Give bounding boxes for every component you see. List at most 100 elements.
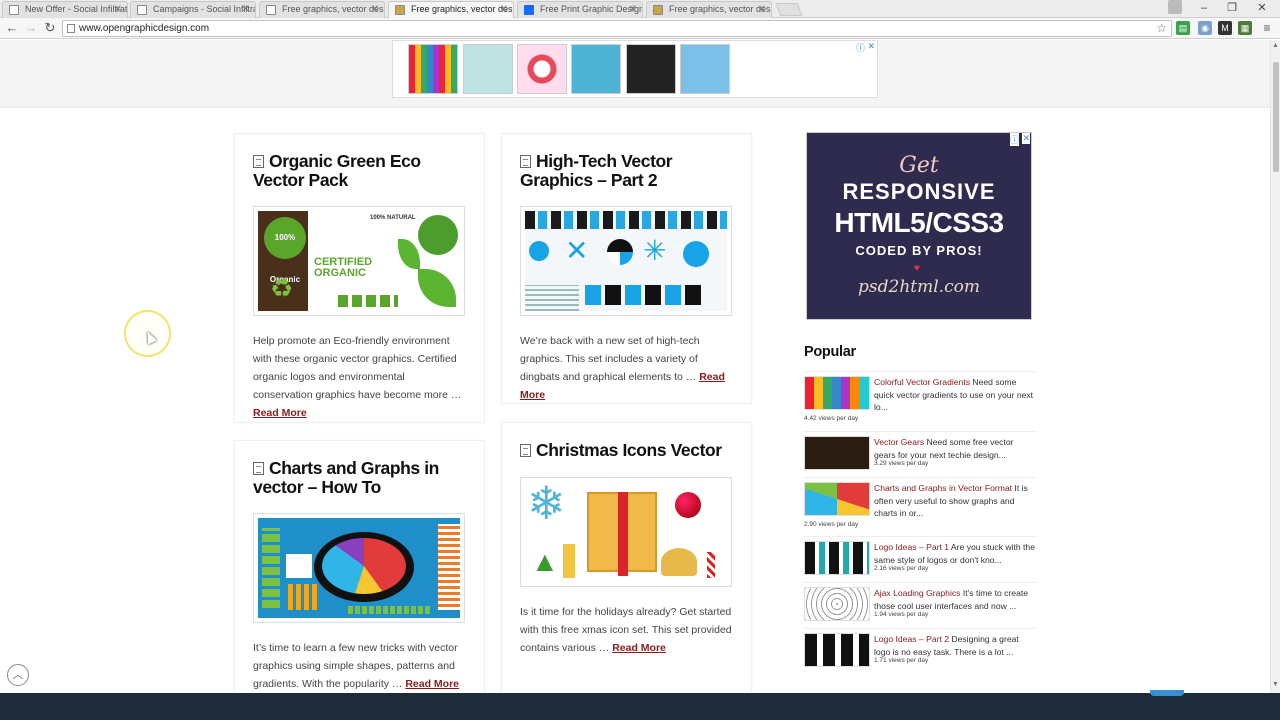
popular-views: 1.71 views per day <box>874 657 929 664</box>
new-tab-button[interactable] <box>775 3 803 16</box>
popular-title-link[interactable]: Colorful Vector Gradients <box>874 377 970 387</box>
pie-chart <box>322 538 406 594</box>
browser-tab[interactable]: Free Print Graphic Design ✕ <box>517 1 643 18</box>
scrollbar-thumb[interactable] <box>1273 62 1279 172</box>
bells-icon <box>661 548 697 576</box>
browser-tab-active[interactable]: Free graphics, vector desig ✕ <box>388 1 514 19</box>
post-title[interactable]: Christmas Icons Vector <box>520 441 739 460</box>
browser-tab[interactable]: Free graphics, vector desig ✕ <box>646 1 772 18</box>
ad-thumbnail[interactable] <box>408 44 458 94</box>
popular-thumbnail[interactable] <box>804 587 870 621</box>
popular-item[interactable]: Logo Ideas – Part 1 Are you stuck with t… <box>804 536 1036 582</box>
popular-thumbnail[interactable] <box>804 541 870 575</box>
ext-grid-icon[interactable]: ▦ <box>1238 21 1252 35</box>
browser-tab[interactable]: Free graphics, vector desig ✕ <box>259 1 385 18</box>
close-window-button[interactable]: ✕ <box>1252 0 1272 16</box>
post-title[interactable]: Organic Green Eco Vector Pack <box>253 152 472 190</box>
popular-item[interactable]: Vector Gears Need some free vector gears… <box>804 431 1036 477</box>
ad-thumbnail[interactable] <box>463 44 513 94</box>
bookmark-star-icon[interactable]: ☆ <box>1156 21 1167 36</box>
cylinder-row <box>348 606 432 614</box>
browser-tab[interactable]: Campaigns - Social Infiltra ✕ <box>130 1 256 18</box>
post-title[interactable]: High-Tech Vector Graphics – Part 2 <box>520 152 739 190</box>
behance-favicon-icon <box>524 5 534 15</box>
close-tab-icon[interactable]: ✕ <box>500 2 508 17</box>
ad-close-icon[interactable]: ✕ <box>867 41 875 52</box>
close-tab-icon[interactable]: ✕ <box>371 2 379 17</box>
popular-views: 4.42 views per day <box>804 415 859 422</box>
popular-title-link[interactable]: Logo Ideas – Part 1 <box>874 542 949 552</box>
leaf-icon <box>398 239 420 269</box>
forward-arrow-icon[interactable]: → <box>23 20 39 36</box>
ext-green-icon[interactable]: ▤ <box>1176 21 1190 35</box>
ad-thumbnail[interactable] <box>571 44 621 94</box>
popular-item[interactable]: Colorful Vector Gradients Need some quic… <box>804 371 1036 422</box>
ad-text: Get <box>899 153 939 178</box>
post-thumbnail[interactable]: ✕ ✳ <box>520 206 732 316</box>
restore-button[interactable]: ❐ <box>1222 0 1242 16</box>
reload-icon[interactable]: ↻ <box>42 20 58 36</box>
popular-item[interactable]: Charts and Graphs in Vector Format It is… <box>804 477 1036 528</box>
ad-info-icon[interactable]: ⓘ <box>1009 133 1019 146</box>
read-more-link[interactable]: Read More <box>405 678 459 690</box>
popular-title-link[interactable]: Charts and Graphs in Vector Format <box>874 483 1012 493</box>
browser-tab[interactable]: New Offer - Social Infiltrat ✕ <box>2 1 128 18</box>
eco-icons-row <box>338 295 398 307</box>
ad-info-icon[interactable]: ⓘ <box>856 41 865 54</box>
close-tab-icon[interactable]: ✕ <box>629 2 637 17</box>
close-tab-icon[interactable]: ✕ <box>758 2 766 17</box>
popular-item[interactable]: Ajax Loading Graphics It's time to creat… <box>804 582 1036 628</box>
ext-m-icon[interactable]: M <box>1218 21 1232 35</box>
popular-title-link[interactable]: Ajax Loading Graphics <box>874 588 960 598</box>
web-page: ⓘ ✕ Organic Green Eco Vector Pack 100% O… <box>0 40 1270 693</box>
ad-thumbnail[interactable] <box>626 44 676 94</box>
scroll-up-arrow-icon[interactable]: ▲ <box>1272 42 1279 49</box>
ad-text: RESPONSIVE <box>842 179 996 204</box>
footer-bar <box>0 690 1280 720</box>
top-ad-banner[interactable]: ⓘ ✕ <box>392 40 878 98</box>
popular-thumbnail[interactable] <box>804 436 870 470</box>
ad-thumbnail[interactable] <box>680 44 730 94</box>
leaf-icon <box>418 269 456 307</box>
popular-title-link[interactable]: Vector Gears <box>874 437 924 447</box>
popular-text: Charts and Graphs in Vector Format It is… <box>874 483 1028 518</box>
tech-strip <box>525 211 727 229</box>
ext-camera-icon[interactable]: ◉ <box>1198 21 1212 35</box>
page-icon <box>67 24 75 33</box>
vertical-scrollbar[interactable]: ▲ ▼ <box>1270 40 1280 693</box>
heart-icon: ♥ <box>914 263 920 274</box>
popular-thumbnail[interactable] <box>804 633 870 667</box>
back-to-top-button[interactable]: ︿ <box>7 664 29 686</box>
tab-label: Free graphics, vector desig <box>282 4 385 14</box>
footer-tab[interactable] <box>1150 690 1184 696</box>
post-excerpt: Help promote an Eco-friendly environment… <box>253 335 462 419</box>
popular-text: Colorful Vector Gradients Need some quic… <box>874 377 1034 412</box>
post-thumbnail[interactable]: ❄ ▲ <box>520 477 732 587</box>
popular-thumbnail[interactable] <box>804 482 870 516</box>
pie-icon <box>607 239 633 265</box>
read-more-link[interactable]: Read More <box>253 407 307 419</box>
certified-organic-text: CERTIFIED ORGANIC <box>314 256 373 279</box>
post-title[interactable]: Charts and Graphs in vector – How To <box>253 459 472 497</box>
popular-item[interactable]: Logo Ideas – Part 2 Designing a great lo… <box>804 628 1036 674</box>
menu-icon[interactable]: ≡ <box>1260 21 1274 35</box>
sidebar-ad[interactable]: Get RESPONSIVE HTML5/CSS3 CODED BY PROS!… <box>806 132 1032 320</box>
post-thumbnail[interactable]: 100% Organic ♻ CERTIFIED ORGANIC 100% NA… <box>253 206 465 316</box>
scroll-down-arrow-icon[interactable]: ▼ <box>1272 681 1279 688</box>
close-tab-icon[interactable]: ✕ <box>242 2 250 17</box>
ad-thumbnail[interactable] <box>517 44 567 94</box>
tab-strip: New Offer - Social Infiltrat ✕ Campaigns … <box>0 0 1280 19</box>
user-profile-icon[interactable] <box>1168 0 1182 14</box>
popular-thumbnail[interactable] <box>804 376 870 410</box>
back-arrow-icon[interactable]: ← <box>4 20 20 36</box>
post-thumbnail[interactable] <box>253 513 465 623</box>
close-tab-icon[interactable]: ✕ <box>114 2 122 17</box>
ad-close-icon[interactable]: ✕ <box>1022 133 1030 144</box>
popular-title-link[interactable]: Logo Ideas – Part 2 <box>874 634 949 644</box>
gift-ribbon <box>618 492 628 576</box>
minimize-button[interactable]: – <box>1194 0 1214 16</box>
address-bar[interactable]: www.opengraphicdesign.com ☆ <box>62 20 1172 37</box>
url-text: www.opengraphicdesign.com <box>79 23 210 34</box>
read-more-link[interactable]: Read More <box>612 642 666 654</box>
post-card: Christmas Icons Vector ❄ ▲ Is it time fo… <box>501 422 752 693</box>
